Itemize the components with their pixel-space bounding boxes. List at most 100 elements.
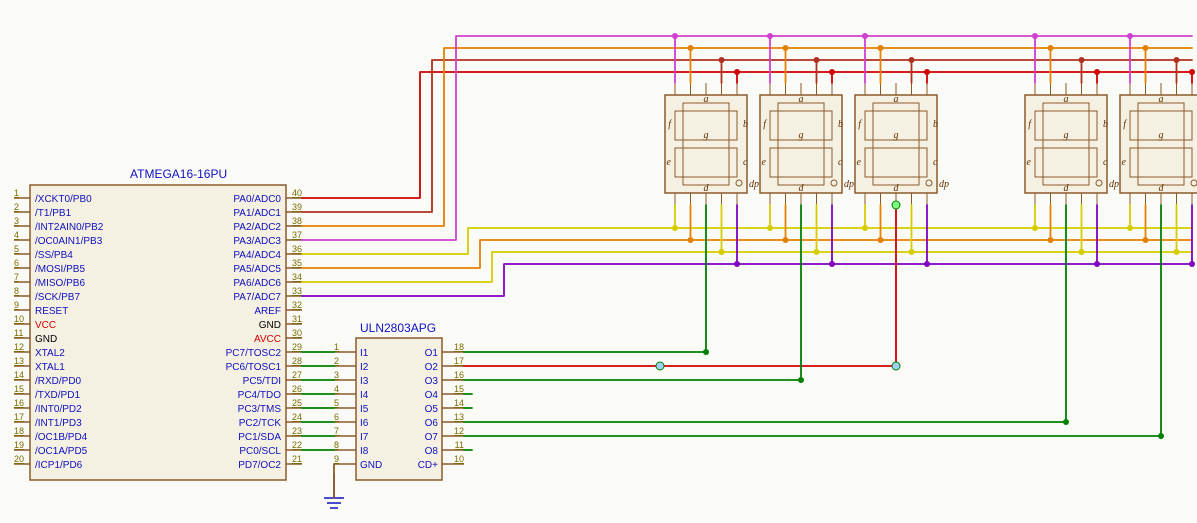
- pin-num: 1: [334, 342, 339, 352]
- svg-text:g: g: [704, 130, 709, 141]
- wire: [464, 205, 801, 380]
- pin-num: 37: [292, 230, 302, 240]
- junction-dot: [924, 261, 930, 267]
- junction-dot: [767, 225, 773, 231]
- pin-name: PA2/ADC2: [233, 222, 281, 233]
- pin-name: O7: [425, 432, 439, 443]
- junction-dot: [719, 57, 725, 63]
- pin-name: /INT0/PD2: [35, 404, 82, 415]
- pin-num: 38: [292, 216, 302, 226]
- pin-num: 5: [14, 244, 19, 254]
- wire: [464, 205, 1066, 422]
- pin-name: /RXD/PD0: [35, 376, 82, 387]
- pin-name: AVCC: [254, 334, 281, 345]
- pin-name: /OC1A/PD5: [35, 446, 88, 457]
- pin-num: 3: [334, 370, 339, 380]
- svg-text:g: g: [894, 130, 899, 141]
- pin-num: 2: [334, 356, 339, 366]
- pin-num: 16: [454, 370, 464, 380]
- junction-dot: [703, 349, 709, 355]
- pin-num: 17: [14, 412, 24, 422]
- pin-num: 33: [292, 286, 302, 296]
- pin-num: 19: [14, 440, 24, 450]
- junction-dot: [829, 69, 835, 75]
- pin-name: /OC0AIN1/PB3: [35, 236, 103, 247]
- pin-name: PC5/TDI: [243, 376, 281, 387]
- pin-num: 15: [14, 384, 24, 394]
- seven-segment-display: abcdefgdp: [855, 83, 949, 205]
- pin-num: 11: [14, 328, 23, 338]
- pin-num: 39: [292, 202, 302, 212]
- junction-dot: [672, 225, 678, 231]
- pin-num: 18: [454, 342, 464, 352]
- pin-name: CD+: [418, 460, 438, 471]
- pin-name: I4: [360, 390, 369, 401]
- pin-num: 16: [14, 398, 24, 408]
- svg-text:g: g: [1064, 130, 1069, 141]
- junction-dot: [862, 33, 868, 39]
- svg-text:a: a: [704, 94, 709, 105]
- seven-segment-display: abcdefgdp: [760, 83, 854, 205]
- pin-num: 14: [14, 370, 24, 380]
- junction-dot: [688, 45, 694, 51]
- pin-name: /SS/PB4: [35, 250, 73, 261]
- svg-text:c: c: [1103, 157, 1108, 168]
- uln-title: ULN2803APG: [360, 321, 436, 335]
- svg-text:b: b: [838, 119, 843, 130]
- pin-name: PA7/ADC7: [233, 292, 281, 303]
- wire: [302, 252, 1192, 282]
- junction-dot: [798, 377, 804, 383]
- junction-dot: [1143, 237, 1149, 243]
- pin-name: O3: [425, 376, 439, 387]
- junction-dot: [1048, 237, 1054, 243]
- junction-dot: [878, 45, 884, 51]
- junction-dot: [892, 362, 900, 370]
- svg-text:a: a: [1159, 94, 1164, 105]
- mcu-block: ATMEGA16-16PU 1/XCKT0/PB02/T1/PB13/INT2A…: [14, 167, 302, 480]
- svg-text:b: b: [933, 119, 938, 130]
- svg-text:c: c: [933, 157, 938, 168]
- pin-num: 36: [292, 244, 302, 254]
- junction-dot: [672, 33, 678, 39]
- pin-num: 10: [14, 314, 24, 324]
- pin-name: O5: [425, 404, 439, 415]
- pin-name: O2: [425, 362, 439, 373]
- svg-text:g: g: [799, 130, 804, 141]
- pin-num: 7: [14, 272, 19, 282]
- pin-num: 2: [14, 202, 19, 212]
- pin-num: 12: [14, 342, 24, 352]
- pin-num: 18: [14, 426, 24, 436]
- pin-name: PA4/ADC4: [233, 250, 281, 261]
- junction-dot: [909, 249, 915, 255]
- pin-name: O4: [425, 390, 439, 401]
- pin-num: 40: [292, 188, 302, 198]
- pin-num: 4: [334, 384, 339, 394]
- pin-num: 4: [14, 230, 19, 240]
- junction-dot: [1032, 225, 1038, 231]
- pin-name: O6: [425, 418, 439, 429]
- wire: [302, 228, 1192, 254]
- svg-text:dp: dp: [1109, 179, 1119, 190]
- junction-dot: [1079, 57, 1085, 63]
- junction-dot: [767, 33, 773, 39]
- pin-name: /XCKT0/PB0: [35, 194, 92, 205]
- pin-name: I2: [360, 362, 369, 373]
- pin-num: 7: [334, 426, 339, 436]
- svg-text:c: c: [743, 157, 748, 168]
- pin-num: 30: [292, 328, 302, 338]
- svg-text:g: g: [1159, 130, 1164, 141]
- pin-num: 35: [292, 258, 302, 268]
- junction-dot: [1048, 45, 1054, 51]
- svg-text:a: a: [894, 94, 899, 105]
- pin-name: PC3/TMS: [238, 404, 282, 415]
- junction-dot: [1063, 419, 1069, 425]
- pin-name: PA5/ADC5: [233, 264, 281, 275]
- pin-num: 25: [292, 398, 302, 408]
- pin-num: 6: [14, 258, 19, 268]
- pin-name: PC4/TDO: [238, 390, 282, 401]
- uln-block: ULN2803APG 1I12I23I34I45I56I67I78I89GND …: [324, 321, 464, 508]
- pin-name: PA1/ADC1: [233, 208, 281, 219]
- pin-name: /MISO/PB6: [35, 278, 85, 289]
- pin-name: I3: [360, 376, 369, 387]
- pin-num: 8: [14, 286, 19, 296]
